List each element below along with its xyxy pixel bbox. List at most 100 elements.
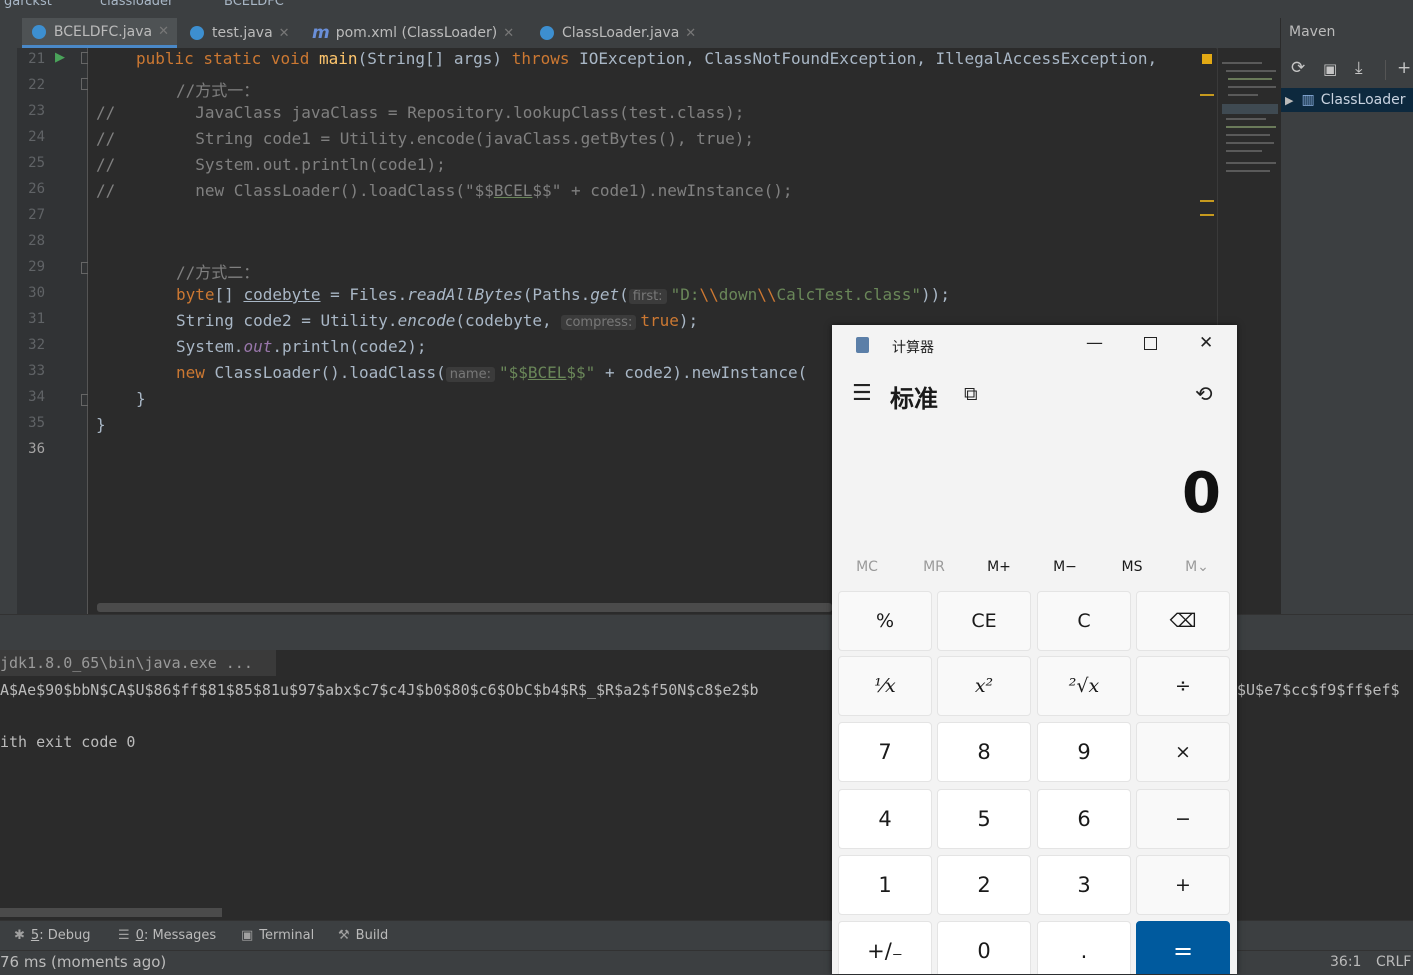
line-number: 34 <box>28 389 45 405</box>
code-token: codebyte <box>243 285 321 304</box>
java-class-icon <box>32 24 46 39</box>
history-icon[interactable]: ⟲ <box>1195 382 1213 406</box>
reload-icon[interactable]: ⟳ <box>1291 58 1305 78</box>
close-icon[interactable]: ✕ <box>279 26 290 41</box>
tab-bceldfc[interactable]: BCELDFC.java ✕ <box>22 18 177 48</box>
code-line-23: // JavaClass javaClass = Repository.looku… <box>96 103 744 122</box>
close-icon[interactable]: ✕ <box>503 26 514 41</box>
breadcrumb-item[interactable]: garckst <box>4 0 52 9</box>
java-class-icon <box>540 26 554 40</box>
digit-3-button[interactable]: 3 <box>1037 855 1131 915</box>
calculator-window: 计算器 — ✕ ☰ 标准 ⧉ ⟲ 0 MC MR M+ M− MS M⌄ % C… <box>832 325 1237 974</box>
memory-store-button[interactable]: MS <box>1100 559 1164 575</box>
line-separator[interactable]: CRLF <box>1376 954 1411 970</box>
breadcrumb-item[interactable]: classloader <box>100 0 173 9</box>
memory-clear-button[interactable]: MC <box>835 559 899 575</box>
caret-position[interactable]: 36:1 <box>1330 954 1361 970</box>
add-icon[interactable]: + <box>1397 58 1411 78</box>
line-number: 25 <box>28 155 45 171</box>
memory-subtract-button[interactable]: M− <box>1033 559 1097 575</box>
digit-6-button[interactable]: 6 <box>1037 789 1131 849</box>
calculator-mode-title: 标准 <box>890 385 938 413</box>
keep-on-top-icon[interactable]: ⧉ <box>964 383 978 405</box>
digit-1-button[interactable]: 1 <box>838 855 932 915</box>
param-hint: compress: <box>561 315 637 330</box>
toolwindow-messages[interactable]: ☰ 0: Messages <box>118 928 216 943</box>
toolwindow-terminal[interactable]: ▣ Terminal <box>241 928 314 943</box>
close-icon[interactable]: ✕ <box>685 26 696 41</box>
warning-mark[interactable] <box>1200 200 1214 202</box>
breadcrumb-item[interactable]: BCELDFC <box>224 0 284 9</box>
close-icon[interactable]: ✕ <box>1199 333 1213 353</box>
code-line-30: byte[] codebyte = Files.readAllBytes(Pat… <box>176 285 950 304</box>
warning-mark[interactable] <box>1200 214 1214 216</box>
left-tool-strip <box>0 48 18 614</box>
param-hint: name: <box>445 367 495 382</box>
maven-m-icon: m <box>312 23 330 43</box>
equals-button[interactable]: = <box>1136 921 1230 974</box>
reciprocal-button[interactable]: ¹⁄x <box>838 656 932 716</box>
code-token: ( <box>619 285 629 304</box>
maven-title: Maven <box>1289 24 1336 40</box>
calculator-titlebar[interactable]: 计算器 — ✕ <box>832 325 1237 365</box>
digit-9-button[interactable]: 9 <box>1037 722 1131 782</box>
minimize-icon[interactable]: — <box>1086 333 1103 353</box>
code-token: [] <box>214 285 244 304</box>
line-number: 30 <box>28 285 45 301</box>
digit-7-button[interactable]: 7 <box>838 722 932 782</box>
warning-mark[interactable] <box>1200 94 1214 96</box>
tree-item-label: ClassLoader <box>1320 92 1406 108</box>
tab-classloader[interactable]: ClassLoader.java ✕ <box>530 18 710 48</box>
square-button[interactable]: x² <box>937 656 1031 716</box>
code-token: readAllBytes <box>407 285 523 304</box>
menu-icon[interactable]: ☰ <box>852 381 872 406</box>
tab-label: test.java <box>212 25 273 41</box>
toolwindow-label: : Messages <box>143 928 217 943</box>
decimal-button[interactable]: . <box>1037 921 1131 974</box>
toolwindow-debug[interactable]: ✱ 5: Debug <box>14 928 90 943</box>
code-token: new <box>176 363 215 382</box>
console-horizontal-scrollbar[interactable] <box>0 908 222 917</box>
line-number: 27 <box>28 207 45 223</box>
divide-button[interactable]: ÷ <box>1136 656 1230 716</box>
editor-horizontal-scrollbar[interactable] <box>97 603 832 612</box>
java-class-icon <box>190 26 204 40</box>
subtract-button[interactable]: − <box>1136 789 1230 849</box>
digit-8-button[interactable]: 8 <box>937 722 1031 782</box>
square-root-button[interactable]: ²√x <box>1037 656 1131 716</box>
digit-0-button[interactable]: 0 <box>937 921 1031 974</box>
line-number: 28 <box>28 233 45 249</box>
digit-5-button[interactable]: 5 <box>937 789 1031 849</box>
memory-add-button[interactable]: M+ <box>967 559 1031 575</box>
backspace-button[interactable]: ⌫ <box>1136 591 1230 651</box>
expand-arrow-icon[interactable]: ▶ <box>1285 94 1293 107</box>
add-button[interactable]: + <box>1136 855 1230 915</box>
run-gutter-icon[interactable]: ▶ <box>55 50 65 65</box>
download-icon[interactable]: ⤓ <box>1355 58 1363 78</box>
digit-4-button[interactable]: 4 <box>838 789 932 849</box>
percent-button[interactable]: % <box>838 591 932 651</box>
multiply-button[interactable]: × <box>1136 722 1230 782</box>
toolwindow-label: Build <box>355 928 389 943</box>
digit-2-button[interactable]: 2 <box>937 855 1031 915</box>
code-token: System. <box>176 337 244 356</box>
code-token: String code2 = Utility. <box>176 311 398 330</box>
console-line: A$Ae$90$bbN$CA$U$86$ff$81$85$81u$97$abx$… <box>0 681 759 699</box>
negate-button[interactable]: +/₋ <box>838 921 932 974</box>
memory-recall-button[interactable]: MR <box>902 559 966 575</box>
maven-tree-item-classloader[interactable]: ▶ ▥ ClassLoader <box>1281 88 1413 112</box>
memory-list-button[interactable]: M⌄ <box>1165 559 1229 575</box>
warning-indicator-icon[interactable] <box>1202 54 1212 64</box>
code-token: $$" + code1).newInstance(); <box>532 181 793 200</box>
folder-settings-icon[interactable]: ▣ <box>1323 60 1337 78</box>
line-number: 36 <box>28 441 45 457</box>
tab-test[interactable]: test.java ✕ <box>180 18 300 48</box>
toolwindow-label: : Debug <box>39 928 91 943</box>
clear-button[interactable]: C <box>1037 591 1131 651</box>
maximize-icon[interactable] <box>1144 337 1157 350</box>
code-line-24: // String code1 = Utility.encode(javaClas… <box>96 129 754 148</box>
tab-pom[interactable]: m pom.xml (ClassLoader) ✕ <box>302 18 530 48</box>
clear-entry-button[interactable]: CE <box>937 591 1031 651</box>
close-icon[interactable]: ✕ <box>158 24 169 39</box>
toolwindow-build[interactable]: ⚒ Build <box>338 928 388 943</box>
